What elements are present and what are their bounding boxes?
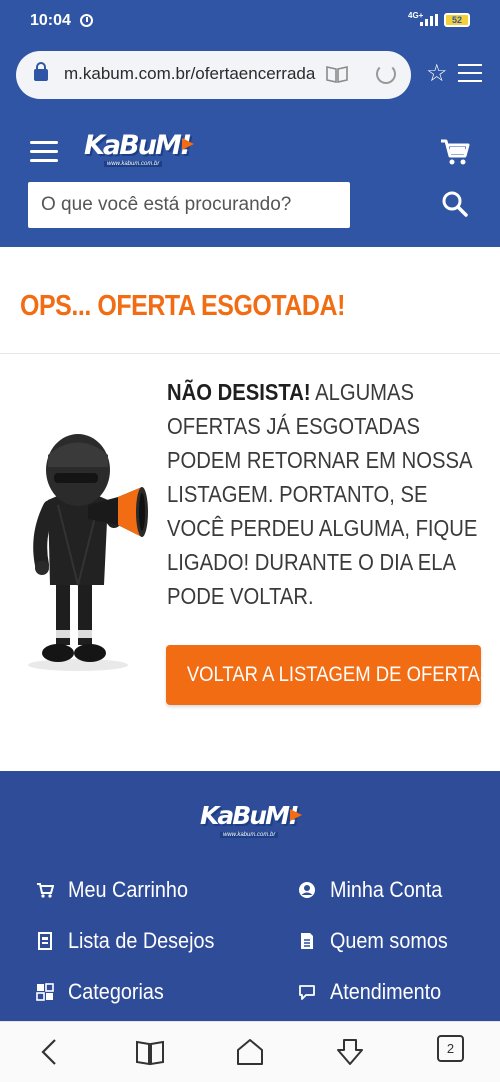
reader-mode-icon[interactable] [326, 65, 348, 83]
wishlist-icon [38, 932, 52, 950]
bookmark-star-icon[interactable]: ☆ [426, 62, 448, 86]
url-text[interactable]: m.kabum.com.br/ofertaencerrada [64, 64, 316, 84]
footer-link-label: Meu Carrinho [68, 877, 188, 902]
signal-icon [420, 14, 438, 26]
browser-bottom-nav: 2 [0, 1021, 500, 1082]
site-footer: KaBuM! www.kabum.com.br Meu Carrinho Min… [0, 771, 500, 1021]
tabs-count-button[interactable]: 2 [437, 1035, 464, 1062]
logo-subtext: www.kabum.com.br [104, 161, 163, 167]
logo-arrow [182, 138, 194, 150]
browser-toolbar: m.kabum.com.br/ofertaencerrada [0, 44, 500, 106]
back-to-offers-label: VOLTAR A LISTAGEM DE OFERTAS [186, 663, 493, 686]
battery-icon: 52 [444, 13, 470, 27]
status-bar: 10:04 4G+ 52 [0, 0, 500, 44]
footer-logo-arrow [290, 809, 302, 821]
alarm-icon [80, 14, 93, 27]
divider [0, 353, 500, 354]
footer-logo-text: KaBuM! [200, 801, 299, 830]
message-text: ALGUMAS OFERTAS JÁ ESGOTADAS PODEM RETOR… [167, 379, 478, 609]
document-icon [301, 933, 313, 949]
address-bar[interactable]: m.kabum.com.br/ofertaencerrada [16, 51, 411, 99]
logo-text: KaBuM! [84, 130, 192, 161]
lock-icon [34, 62, 48, 81]
footer-link-label: Lista de Desejos [68, 928, 215, 953]
footer-link-label: Minha Conta [330, 877, 443, 902]
footer-link-meu-carrinho[interactable]: Meu Carrinho [36, 875, 201, 905]
out-of-stock-message: NÃO DESISTA! ALGUMAS OFERTAS JÁ ESGOTADA… [167, 375, 487, 613]
message-bold: NÃO DESISTA! [167, 379, 311, 405]
ninja-megaphone-illustration [28, 434, 148, 671]
footer-logo-subtext: www.kabum.com.br [220, 832, 279, 838]
footer-link-minha-conta[interactable]: Minha Conta [298, 875, 455, 905]
footer-link-label: Categorias [68, 979, 164, 1004]
menu-list-icon[interactable] [458, 64, 482, 84]
back-icon[interactable] [34, 1036, 66, 1068]
back-to-offers-button[interactable]: VOLTAR A LISTAGEM DE OFERTAS [166, 645, 492, 705]
footer-kabum-logo[interactable]: KaBuM! www.kabum.com.br [200, 801, 302, 841]
footer-link-categorias[interactable]: Categorias [36, 977, 174, 1007]
cart-icon[interactable] [440, 138, 470, 166]
footer-link-label: Atendimento [330, 979, 442, 1004]
search-icon[interactable] [441, 190, 469, 218]
home-icon[interactable] [234, 1036, 266, 1068]
categories-grid-icon [36, 983, 54, 1001]
user-circle-icon [299, 882, 315, 898]
download-icon[interactable] [334, 1036, 366, 1068]
cart-icon [37, 883, 54, 898]
footer-link-quem-somos[interactable]: Quem somos [298, 926, 461, 956]
site-header: KaBuM! www.kabum.com.br [0, 106, 500, 247]
search-input[interactable] [28, 182, 350, 228]
page-title: OPS... OFERTA ESGOTADA! [20, 290, 345, 322]
reload-icon[interactable] [376, 64, 396, 84]
hamburger-menu-icon[interactable] [30, 141, 58, 163]
footer-link-atendimento[interactable]: Atendimento [298, 977, 454, 1007]
footer-link-label: Quem somos [330, 928, 448, 953]
status-time: 10:04 [30, 12, 71, 29]
footer-link-lista-de-desejos[interactable]: Lista de Desejos [36, 926, 231, 956]
bookmarks-icon[interactable] [134, 1036, 166, 1068]
kabum-logo[interactable]: KaBuM! www.kabum.com.br [84, 130, 194, 170]
chat-bubble-icon [299, 985, 315, 1000]
